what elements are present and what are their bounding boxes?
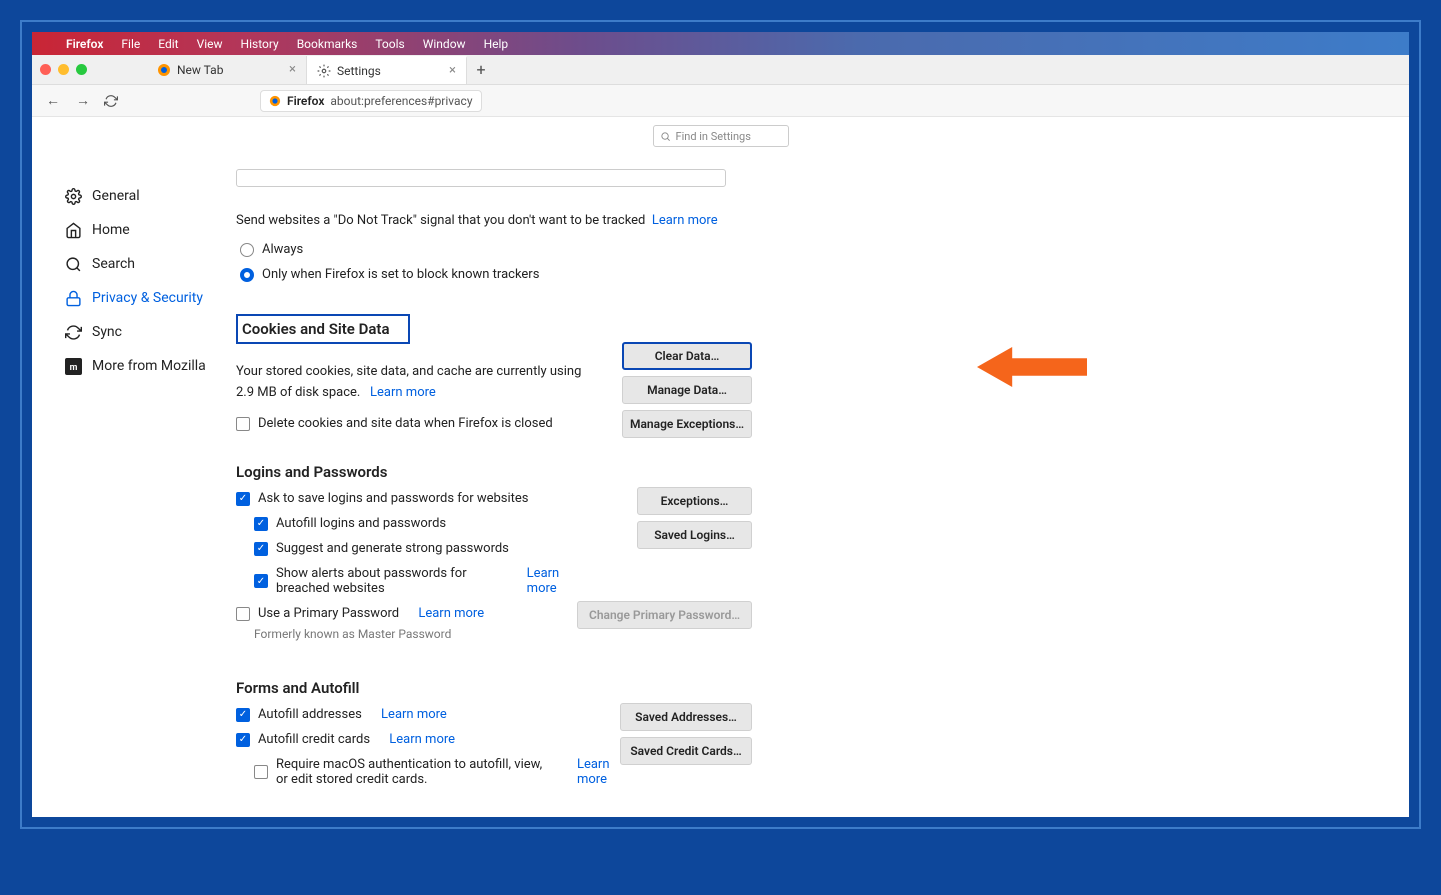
checkbox-autofill-addresses[interactable]: ✓ bbox=[236, 708, 250, 722]
tab-new-tab[interactable]: New Tab × bbox=[147, 56, 307, 84]
menu-bookmarks[interactable]: Bookmarks bbox=[297, 37, 358, 51]
breach-alerts-label: Show alerts about passwords for breached… bbox=[276, 566, 507, 596]
tab-close-icon[interactable]: × bbox=[449, 63, 456, 78]
radio-only-label: Only when Firefox is set to block known … bbox=[262, 267, 539, 282]
nav-forward-button[interactable]: → bbox=[74, 92, 92, 109]
primary-password-label: Use a Primary Password bbox=[258, 606, 399, 621]
ask-save-label: Ask to save logins and passwords for web… bbox=[258, 491, 529, 506]
menu-tools[interactable]: Tools bbox=[375, 37, 404, 51]
primary-learn-more-link[interactable]: Learn more bbox=[418, 606, 484, 621]
url-brand: Firefox bbox=[287, 94, 324, 108]
checkbox-ask-save-logins[interactable]: ✓ bbox=[236, 492, 250, 506]
callout-arrow bbox=[977, 347, 1087, 387]
sidebar-item-more[interactable]: m More from Mozilla bbox=[64, 349, 232, 383]
addresses-learn-more-link[interactable]: Learn more bbox=[381, 707, 447, 722]
menu-help[interactable]: Help bbox=[484, 37, 509, 51]
window-close-button[interactable] bbox=[40, 64, 51, 75]
tab-label: New Tab bbox=[177, 63, 223, 77]
menu-window[interactable]: Window bbox=[423, 37, 466, 51]
window-zoom-button[interactable] bbox=[76, 64, 87, 75]
breach-learn-more-link[interactable]: Learn more bbox=[527, 566, 577, 596]
tab-close-icon[interactable]: × bbox=[289, 62, 296, 77]
url-text: about:preferences#privacy bbox=[330, 94, 472, 108]
collapsed-section-box bbox=[236, 169, 726, 187]
saved-logins-button[interactable]: Saved Logins… bbox=[637, 521, 752, 549]
sidebar-label: Home bbox=[92, 222, 130, 238]
menu-firefox[interactable]: Firefox bbox=[66, 37, 103, 51]
window-minimize-button[interactable] bbox=[58, 64, 69, 75]
formerly-master-password: Formerly known as Master Password bbox=[254, 627, 577, 641]
window-controls bbox=[40, 64, 87, 75]
autofill-cards-label: Autofill credit cards bbox=[258, 732, 370, 747]
checkbox-primary-password[interactable] bbox=[236, 607, 250, 621]
sidebar-item-general[interactable]: General bbox=[64, 179, 232, 213]
radio-always[interactable] bbox=[240, 243, 254, 257]
radio-always-label: Always bbox=[262, 242, 303, 257]
sidebar-item-sync[interactable]: Sync bbox=[64, 315, 232, 349]
dnt-learn-more-link[interactable]: Learn more bbox=[652, 213, 718, 228]
manage-data-button[interactable]: Manage Data… bbox=[622, 376, 752, 404]
new-tab-button[interactable]: + bbox=[467, 60, 495, 79]
sidebar-label: Privacy & Security bbox=[92, 290, 203, 306]
menu-edit[interactable]: Edit bbox=[158, 37, 178, 51]
settings-sidebar: General Home Search Privacy & Security S… bbox=[32, 129, 232, 817]
logins-section-title: Logins and Passwords bbox=[236, 463, 577, 481]
nav-reload-button[interactable] bbox=[104, 94, 118, 108]
menu-view[interactable]: View bbox=[197, 37, 223, 51]
sync-icon bbox=[64, 323, 82, 341]
cards-learn-more-link[interactable]: Learn more bbox=[389, 732, 455, 747]
sidebar-item-search[interactable]: Search bbox=[64, 247, 232, 281]
gear-favicon-icon bbox=[317, 64, 331, 78]
suggest-passwords-label: Suggest and generate strong passwords bbox=[276, 541, 509, 556]
mozilla-icon: m bbox=[64, 357, 82, 375]
sidebar-label: Sync bbox=[92, 324, 122, 340]
settings-main: Send websites a "Do Not Track" signal th… bbox=[232, 129, 752, 817]
dnt-description: Send websites a "Do Not Track" signal th… bbox=[236, 213, 645, 228]
search-icon bbox=[64, 255, 82, 273]
change-primary-password-button: Change Primary Password… bbox=[577, 601, 752, 629]
sidebar-item-privacy[interactable]: Privacy & Security bbox=[64, 281, 232, 315]
settings-content: Find in Settings General Home Search Pri… bbox=[32, 117, 1409, 817]
tab-settings[interactable]: Settings × bbox=[307, 56, 467, 84]
checkbox-suggest-passwords[interactable]: ✓ bbox=[254, 542, 268, 556]
sidebar-label: Search bbox=[92, 256, 135, 272]
checkbox-delete-label: Delete cookies and site data when Firefo… bbox=[258, 416, 553, 431]
manage-exceptions-button[interactable]: Manage Exceptions… bbox=[622, 410, 752, 438]
nav-back-button[interactable]: ← bbox=[44, 92, 62, 109]
checkbox-require-macos-auth[interactable] bbox=[254, 765, 268, 779]
tab-bar: New Tab × Settings × + bbox=[32, 55, 1409, 85]
require-auth-label: Require macOS authentication to autofill… bbox=[276, 757, 551, 787]
cookies-learn-more-link[interactable]: Learn more bbox=[370, 385, 436, 400]
cookies-section-title: Cookies and Site Data bbox=[236, 314, 410, 344]
sidebar-label: General bbox=[92, 188, 140, 204]
saved-addresses-button[interactable]: Saved Addresses… bbox=[620, 703, 752, 731]
saved-credit-cards-button[interactable]: Saved Credit Cards… bbox=[620, 737, 752, 765]
forms-section-title: Forms and Autofill bbox=[236, 679, 620, 697]
url-bar[interactable]: Firefox about:preferences#privacy bbox=[260, 90, 482, 112]
nav-toolbar: ← → Firefox about:preferences#privacy bbox=[32, 85, 1409, 117]
menu-file[interactable]: File bbox=[121, 37, 140, 51]
autofill-addresses-label: Autofill addresses bbox=[258, 707, 362, 722]
checkbox-breach-alerts[interactable]: ✓ bbox=[254, 574, 268, 588]
gear-icon bbox=[64, 187, 82, 205]
sidebar-label: More from Mozilla bbox=[92, 358, 206, 374]
macos-menubar: Firefox File Edit View History Bookmarks… bbox=[32, 32, 1409, 55]
clear-data-button[interactable]: Clear Data… bbox=[622, 342, 752, 370]
checkbox-autofill-cards[interactable]: ✓ bbox=[236, 733, 250, 747]
radio-only-trackers[interactable] bbox=[240, 268, 254, 282]
autofill-logins-label: Autofill logins and passwords bbox=[276, 516, 446, 531]
svg-text:m: m bbox=[69, 363, 77, 373]
tab-label: Settings bbox=[337, 64, 381, 78]
menu-history[interactable]: History bbox=[241, 37, 279, 51]
require-learn-more-link[interactable]: Learn more bbox=[577, 757, 620, 787]
lock-icon bbox=[64, 289, 82, 307]
sidebar-item-home[interactable]: Home bbox=[64, 213, 232, 247]
checkbox-autofill-logins[interactable]: ✓ bbox=[254, 517, 268, 531]
home-icon bbox=[64, 221, 82, 239]
firefox-favicon-icon bbox=[157, 63, 171, 77]
logins-exceptions-button[interactable]: Exceptions… bbox=[637, 487, 752, 515]
checkbox-delete-on-close[interactable] bbox=[236, 417, 250, 431]
